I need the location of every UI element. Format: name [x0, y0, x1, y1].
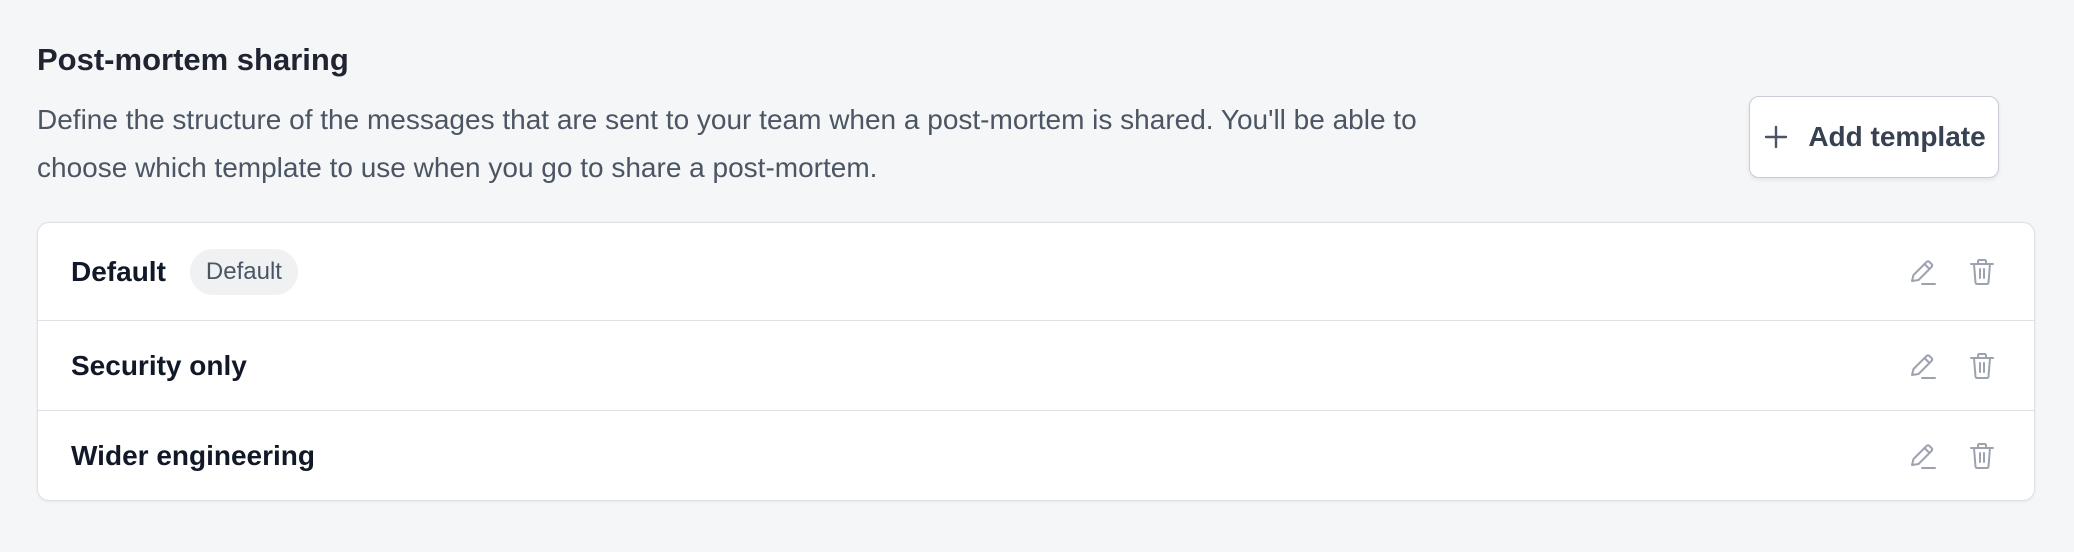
pencil-icon[interactable] [1906, 256, 1938, 288]
template-name: Default [71, 255, 166, 287]
trash-icon[interactable] [1966, 440, 1998, 472]
add-template-label: Add template [1808, 121, 1986, 152]
pencil-icon[interactable] [1906, 440, 1938, 472]
template-name: Security only [71, 349, 247, 381]
template-row-security-only: Security only [38, 321, 2034, 411]
default-badge: Default [189, 248, 298, 295]
template-list: Default Default Security only Wider engi… [37, 222, 2035, 501]
template-name: Wider engineering [71, 439, 316, 471]
section-title: Post-mortem sharing [37, 42, 349, 77]
trash-icon[interactable] [1966, 256, 1998, 288]
row-actions [1906, 440, 1998, 472]
add-template-button[interactable]: Add template [1749, 96, 1999, 178]
template-row-default: Default Default [38, 223, 2034, 321]
row-actions [1906, 350, 1998, 382]
template-row-wider-engineering: Wider engineering [38, 411, 2034, 500]
plus-icon [1762, 123, 1790, 151]
trash-icon[interactable] [1966, 350, 1998, 382]
pencil-icon[interactable] [1906, 350, 1938, 382]
row-actions [1906, 256, 1998, 288]
section-description: Define the structure of the messages tha… [37, 104, 1417, 183]
